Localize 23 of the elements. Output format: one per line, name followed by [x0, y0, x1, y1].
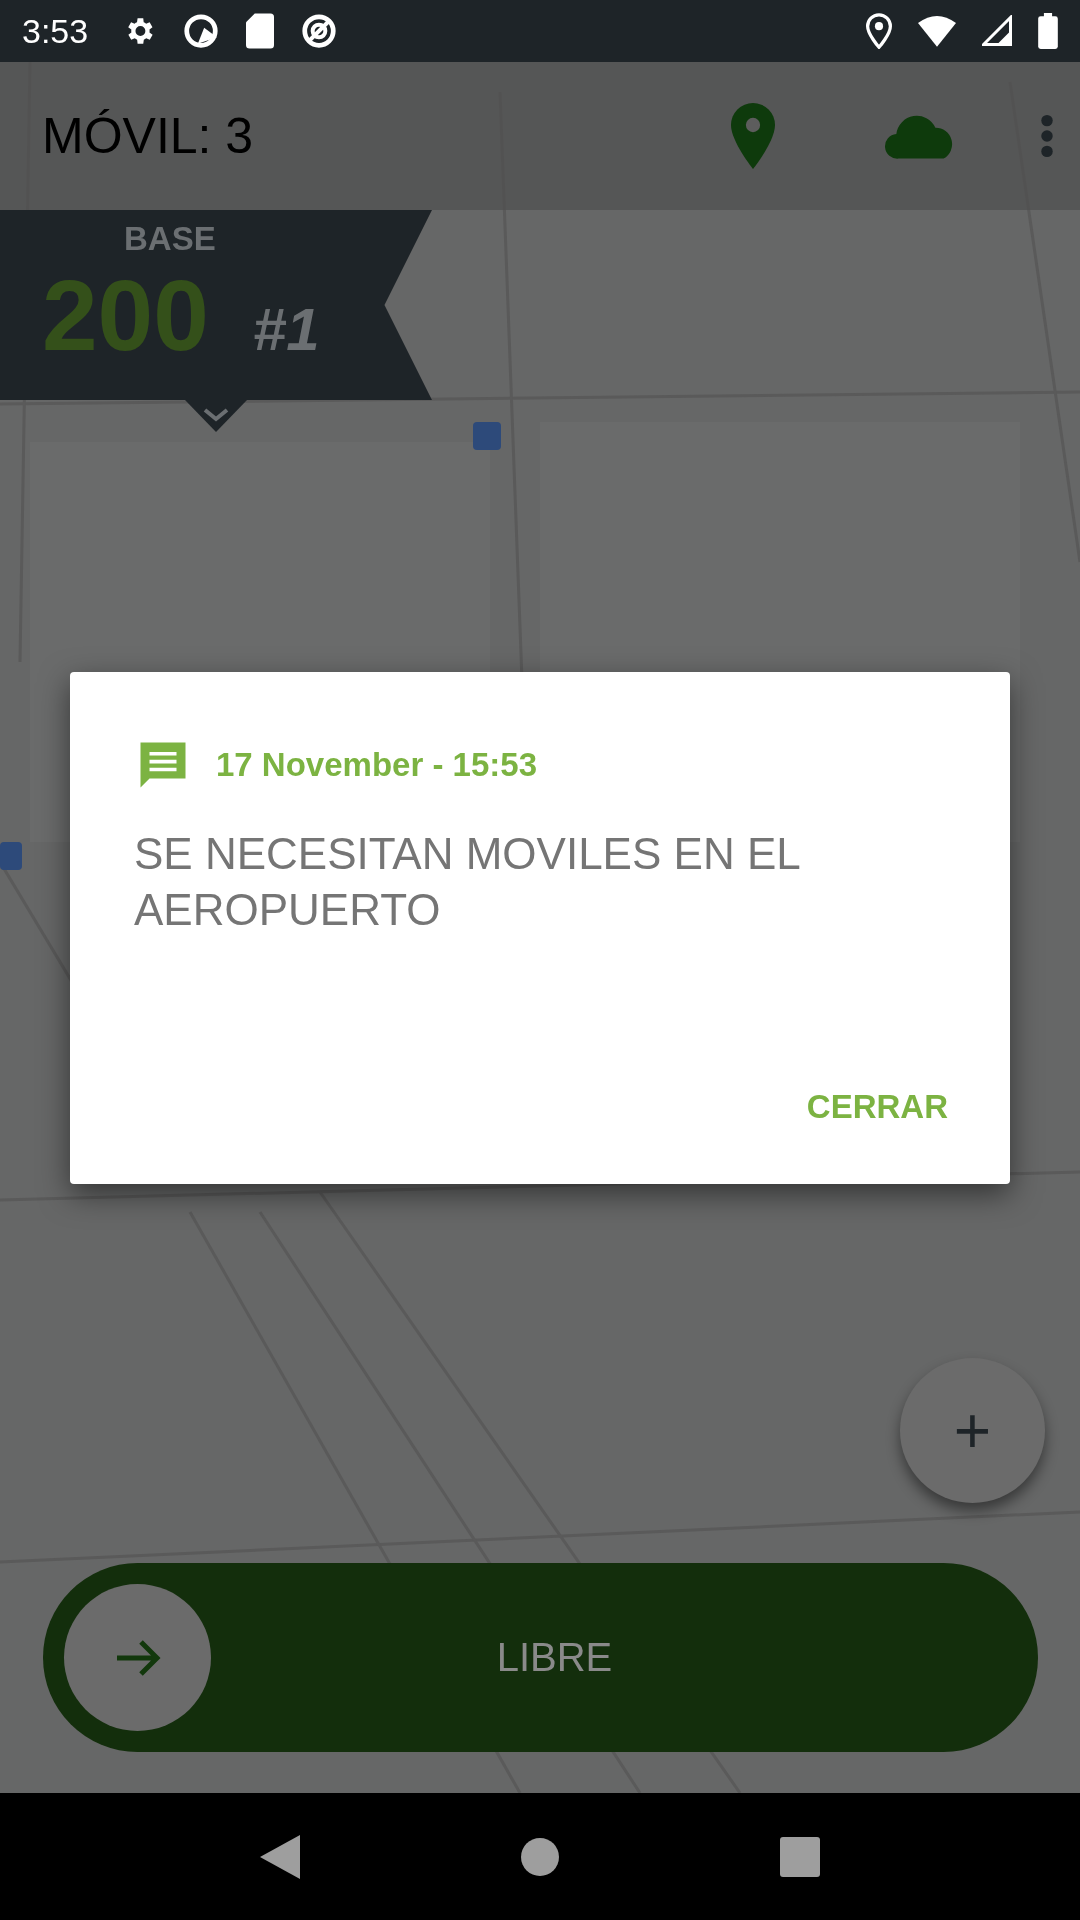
close-button[interactable]: CERRAR — [806, 1082, 948, 1132]
location-icon — [866, 13, 892, 49]
circle-icon — [300, 12, 339, 50]
more-options-icon[interactable] — [1040, 114, 1054, 158]
map-pin-icon[interactable] — [730, 103, 776, 169]
battery-icon — [1038, 13, 1058, 49]
slide-track[interactable]: LIBRE — [43, 1563, 1038, 1752]
sd-card-icon — [246, 13, 275, 49]
app-title: MÓVIL: 3 — [42, 107, 255, 165]
home-icon[interactable] — [520, 1836, 560, 1877]
arrow-right-icon — [114, 1637, 161, 1678]
message-text: SE NECESITAN MOVILES EN EL AEROPUERTO — [134, 828, 801, 936]
signal-icon — [982, 15, 1012, 47]
caret-icon[interactable] — [185, 400, 247, 432]
status-time: 3:53 — [22, 11, 89, 51]
recents-icon[interactable] — [780, 1836, 820, 1877]
back-icon[interactable] — [260, 1834, 300, 1879]
slide-label: LIBRE — [495, 1635, 614, 1680]
wifi-icon — [918, 15, 956, 47]
message-date: 17 November - 15:53 — [216, 746, 537, 784]
navigation-circle-icon — [182, 12, 221, 50]
base-label: BASE — [124, 220, 216, 258]
rank-label: #1 — [252, 295, 320, 364]
